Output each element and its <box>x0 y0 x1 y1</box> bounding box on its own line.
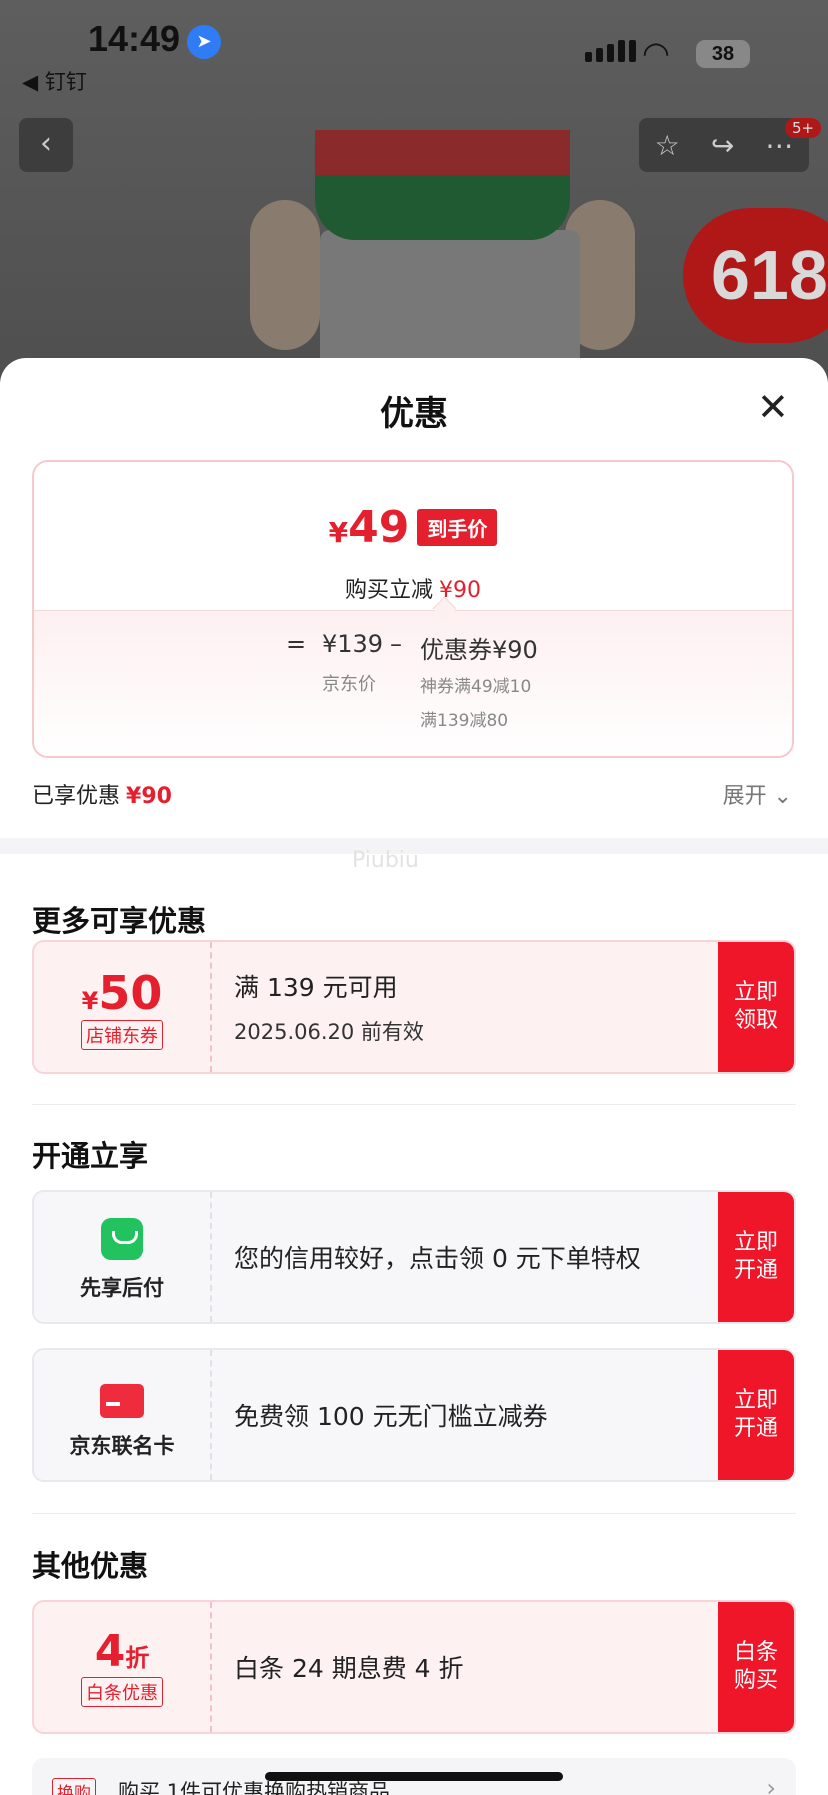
pay-later-service: 先享后付 <box>34 1192 212 1322</box>
price-breakdown <box>34 610 792 756</box>
coupon-condition: 满 139 元可用 <box>234 973 398 1002</box>
exchange-tag: 换购 <box>52 1778 96 1795</box>
back-to-app-link[interactable]: ◀ 钉钉 <box>22 66 87 96</box>
chevron-right-icon: › <box>766 1774 776 1795</box>
other-discounts-title: 其他优惠 <box>32 1549 149 1583</box>
home-indicator[interactable] <box>265 1772 563 1781</box>
baitiao-buy-button[interactable]: 白条购买 <box>718 1602 794 1732</box>
pay-later-card: 先享后付 您的信用较好，点击领 0 元下单特权 立即开通 <box>32 1190 796 1324</box>
expand-toggle[interactable]: 展开 ⌄ <box>723 778 792 810</box>
baitiao-value: 4折 白条优惠 <box>34 1602 212 1732</box>
sheet-title: 优惠 <box>380 394 448 434</box>
coupon-detail: 神券满49减10 <box>420 677 532 697</box>
service-desc: 您的信用较好，点击领 0 元下单特权 <box>234 1244 641 1273</box>
divider <box>32 1513 796 1514</box>
coupon-detail: 满139减80 <box>420 711 509 731</box>
co-brand-card-card: 京东联名卡 免费领 100 元无门槛立减券 立即开通 <box>32 1348 796 1482</box>
baitiao-tag: 白条优惠 <box>81 1677 163 1707</box>
final-price-tag: 到手价 <box>417 509 498 546</box>
baitiao-desc: 白条 24 期息费 4 折 <box>234 1654 464 1683</box>
discount-sheet: 优惠 ✕ ¥49 到手价 购买立减 ¥90 = ¥139 – 优惠券¥90 京东价 … <box>0 358 828 1795</box>
wifi-icon: ◠ <box>642 34 670 72</box>
jd-price: ¥139 <box>322 630 384 658</box>
service-name: 先享后付 <box>80 1276 164 1300</box>
baitiao-info: 白条 24 期息费 4 折 <box>234 1602 712 1732</box>
coupon-validity: 2025.06.20 前有效 <box>234 1020 424 1044</box>
location-arrow-icon: ➤ <box>187 25 221 59</box>
watermark: Piubiu <box>352 848 419 873</box>
divider <box>32 1104 796 1105</box>
service-desc: 免费领 100 元无门槛立减券 <box>234 1402 548 1431</box>
minus-sign: – <box>390 630 402 658</box>
coupon-total: 优惠券¥90 <box>420 636 538 664</box>
product-image-shirt-top <box>315 130 570 175</box>
reduce-label: 购买立减 <box>344 578 433 603</box>
enjoyed-discount: 已享优惠 ¥90 <box>32 784 172 809</box>
co-brand-service: 京东联名卡 <box>34 1350 212 1480</box>
open-section-title: 开通立享 <box>32 1139 149 1173</box>
activate-pay-later-button[interactable]: 立即开通 <box>718 1192 794 1322</box>
message-count-badge: 5+ <box>785 118 822 138</box>
activate-card-button[interactable]: 立即开通 <box>718 1350 794 1480</box>
service-desc-wrap: 免费领 100 元无门槛立减券 <box>234 1350 712 1480</box>
claim-coupon-button[interactable]: 立即领取 <box>718 942 794 1072</box>
final-price: ¥49 <box>328 502 410 553</box>
jd-price-label: 京东价 <box>322 674 376 695</box>
reduce-row: 购买立减 ¥90 <box>34 572 792 604</box>
credit-card-icon <box>100 1384 144 1418</box>
cellular-signal-icon <box>585 40 636 62</box>
reduce-value: ¥90 <box>439 578 481 603</box>
favorite-star-icon[interactable]: ☆ <box>655 129 680 162</box>
battery-icon: 38 <box>696 40 750 68</box>
price-summary-card: ¥49 到手价 购买立减 ¥90 = ¥139 – 优惠券¥90 京东价 神券满49… <box>32 460 794 758</box>
product-image-shorts <box>320 230 580 370</box>
back-button[interactable]: ‹ <box>19 118 73 172</box>
shopping-bag-icon <box>101 1218 143 1260</box>
product-actions: ☆ ↪ ⋯ <box>639 118 809 172</box>
promo-618-badge: 618 <box>683 208 828 343</box>
baitiao-card: 4折 白条优惠 白条 24 期息费 4 折 白条购买 <box>32 1600 796 1734</box>
equals-sign: = <box>286 630 307 658</box>
product-image-arm <box>250 200 320 350</box>
final-price-row: ¥49 到手价 <box>34 502 792 553</box>
service-desc-wrap: 您的信用较好，点击领 0 元下单特权 <box>234 1192 712 1322</box>
coupon-type-tag: 店铺东券 <box>81 1020 163 1050</box>
coupon-info: 满 139 元可用 2025.06.20 前有效 <box>234 942 712 1072</box>
more-discounts-title: 更多可享优惠 <box>32 904 207 938</box>
close-icon[interactable]: ✕ <box>757 388 789 426</box>
share-icon[interactable]: ↪ <box>711 129 734 162</box>
coupon-value: ¥50 店铺东券 <box>34 942 212 1072</box>
status-time: 14:49 <box>88 18 181 59</box>
store-coupon-card: ¥50 店铺东券 满 139 元可用 2025.06.20 前有效 立即领取 <box>32 940 796 1074</box>
service-name: 京东联名卡 <box>69 1434 175 1458</box>
